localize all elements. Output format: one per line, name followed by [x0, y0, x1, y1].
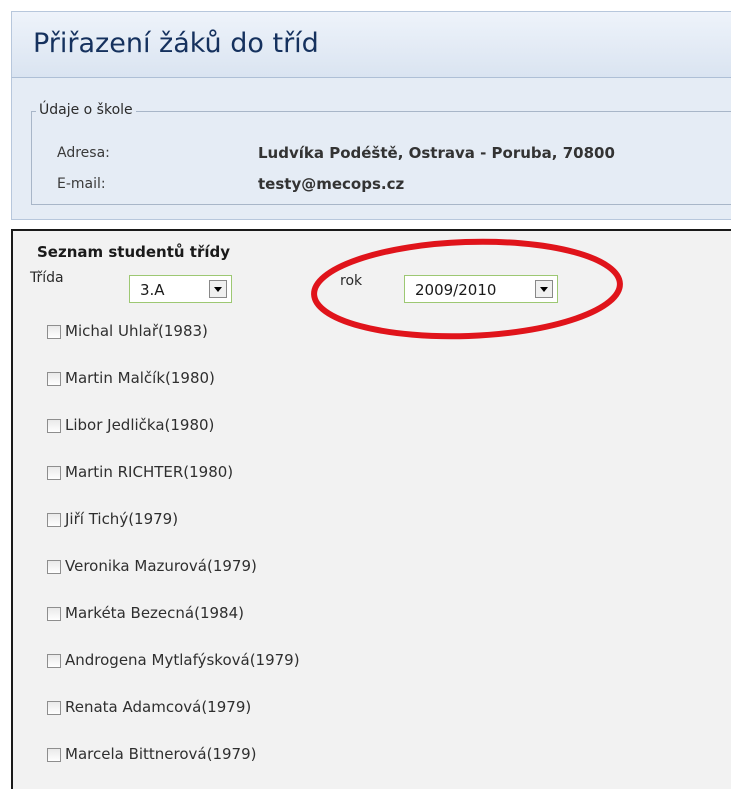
window: Přiřazení žáků do tříd Údaje o škole Adr… [0, 0, 731, 789]
student-name: Marcela Bittnerová(1979) [65, 745, 257, 763]
address-value: Ludvíka Podéště, Ostrava - Poruba, 70800 [258, 144, 615, 162]
student-checkbox[interactable] [47, 654, 61, 668]
student-list-item[interactable]: Martin Malčík(1980) [47, 367, 447, 393]
student-list-item[interactable]: Michal Uhlař(1983) [47, 320, 447, 346]
student-checkbox[interactable] [47, 419, 61, 433]
student-checkbox[interactable] [47, 372, 61, 386]
student-checkbox[interactable] [47, 513, 61, 527]
student-name: Martin Malčík(1980) [65, 369, 215, 387]
student-name: Martin RICHTER(1980) [65, 463, 234, 481]
year-select[interactable]: 2009/2010 [404, 275, 558, 303]
title-bar: Přiřazení žáků do tříd [11, 11, 731, 78]
class-select-value: 3.A [140, 281, 165, 299]
student-name: Markéta Bezecná(1984) [65, 604, 244, 622]
student-name: Androgena Mytlafýsková(1979) [65, 651, 300, 669]
student-name: Jiří Tichý(1979) [65, 510, 179, 528]
top-margin [0, 0, 731, 11]
school-info-legend: Údaje o škole [36, 102, 136, 118]
student-name: Libor Jedlička(1980) [65, 416, 215, 434]
year-select-value: 2009/2010 [415, 281, 497, 299]
student-name: Michal Uhlař(1983) [65, 322, 208, 340]
student-checkbox[interactable] [47, 466, 61, 480]
student-checkbox[interactable] [47, 325, 61, 339]
email-value: testy@mecops.cz [258, 175, 405, 193]
year-label: rok [340, 273, 363, 289]
student-list-title: Seznam studentů třídy [37, 243, 231, 261]
student-name: Renata Adamcová(1979) [65, 698, 252, 716]
address-label: Adresa: [57, 145, 110, 161]
student-checkbox[interactable] [47, 560, 61, 574]
student-list-item[interactable]: Veronika Mazurová(1979) [47, 555, 447, 581]
class-label: Třída [30, 270, 64, 286]
student-list-item[interactable]: Marcela Bittnerová(1979) [47, 743, 447, 769]
chevron-down-icon[interactable] [535, 280, 553, 298]
student-checkbox[interactable] [47, 701, 61, 715]
student-list-item[interactable]: Androgena Mytlafýsková(1979) [47, 649, 447, 675]
student-checkbox[interactable] [47, 748, 61, 762]
student-list-item[interactable]: Libor Jedlička(1980) [47, 414, 447, 440]
student-list-item[interactable]: Renata Adamcová(1979) [47, 696, 447, 722]
student-list-item[interactable]: Jiří Tichý(1979) [47, 508, 447, 534]
student-list-item[interactable]: Martin RICHTER(1980) [47, 461, 447, 487]
email-label: E-mail: [57, 176, 106, 192]
student-name: Veronika Mazurová(1979) [65, 557, 257, 575]
student-list-item[interactable]: Markéta Bezecná(1984) [47, 602, 447, 628]
page-title: Přiřazení žáků do tříd [33, 28, 319, 59]
class-select[interactable]: 3.A [129, 275, 232, 303]
chevron-down-icon[interactable] [209, 280, 227, 298]
student-checkbox[interactable] [47, 607, 61, 621]
